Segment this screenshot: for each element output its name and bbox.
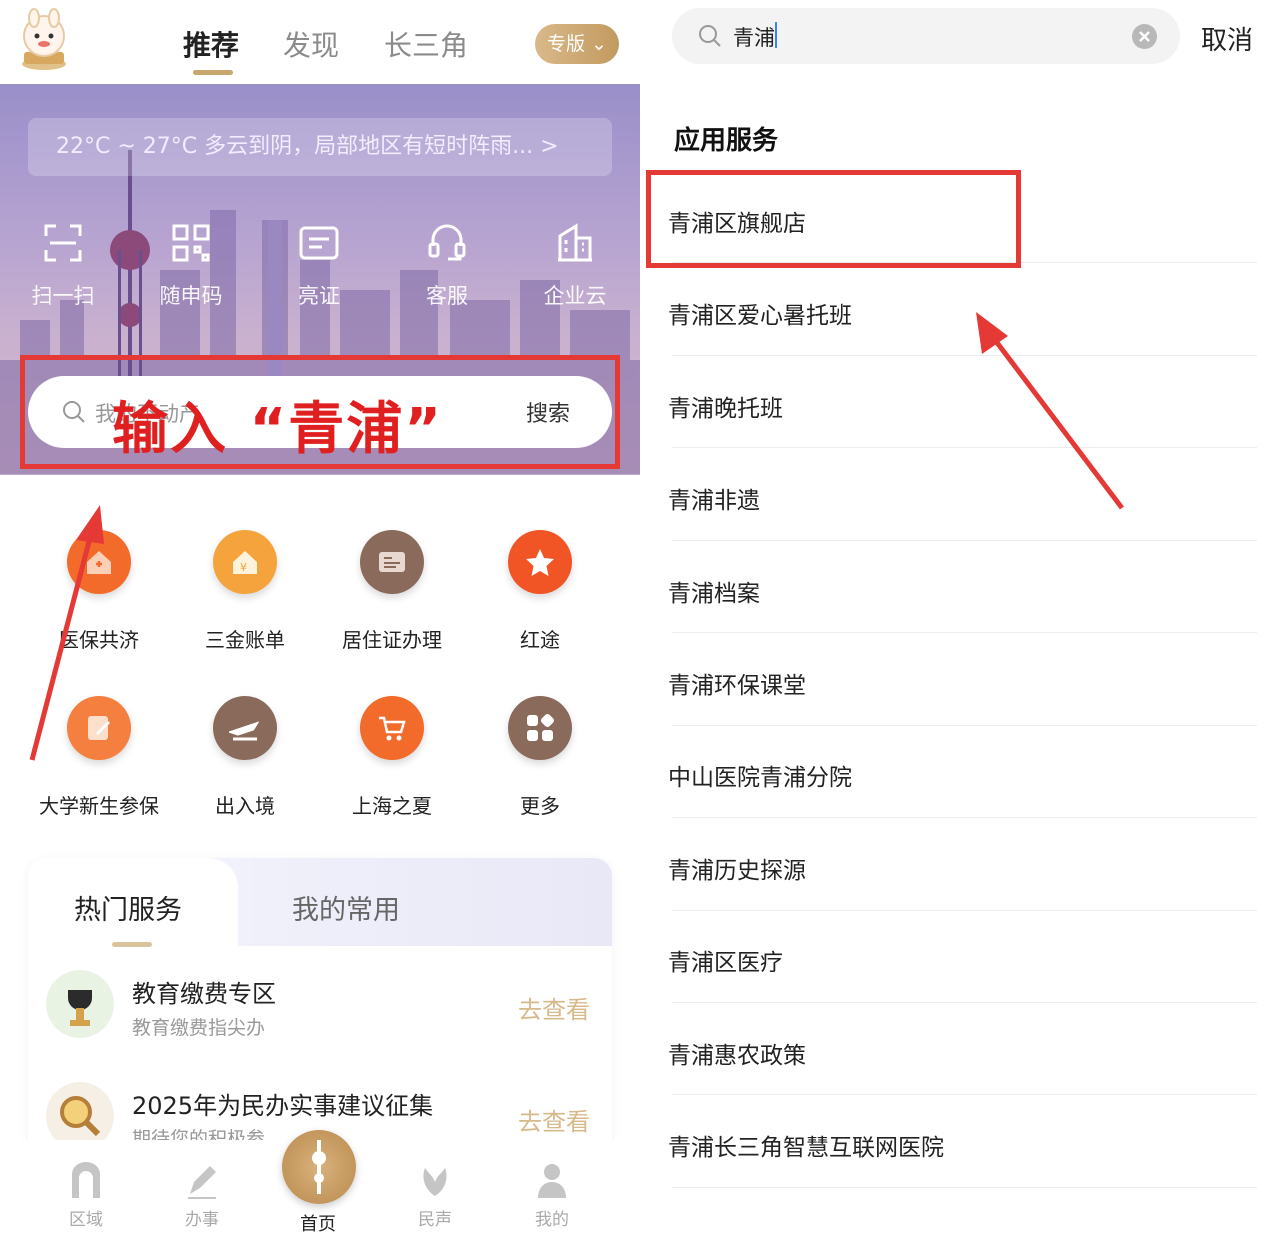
annotation-highlight-box [646, 170, 1021, 268]
result-item[interactable]: 青浦区医疗 [668, 943, 783, 977]
search-icon [699, 25, 721, 47]
result-item[interactable]: 青浦历史探源 [668, 851, 806, 885]
divider [672, 910, 1257, 911]
result-item[interactable]: 青浦档案 [668, 574, 760, 608]
result-item[interactable]: 青浦长三角智慧互联网医院 [668, 1128, 944, 1162]
result-item[interactable]: 青浦惠农政策 [668, 1036, 806, 1070]
divider [672, 725, 1257, 726]
section-title-app-services: 应用服务 [674, 126, 779, 156]
divider [672, 1002, 1257, 1003]
annotation-arrow-left-up [976, 312, 1124, 510]
annotation-arrow-up [29, 505, 104, 761]
divider [672, 1094, 1257, 1095]
result-item[interactable]: 青浦晚托班 [668, 389, 783, 423]
result-item[interactable]: 青浦环保课堂 [668, 666, 806, 700]
clear-icon[interactable] [1132, 24, 1157, 49]
result-item[interactable]: 青浦区爱心暑托班 [668, 296, 852, 330]
cancel-button[interactable]: 取消 [1201, 20, 1253, 57]
divider [672, 817, 1257, 818]
search-query-text[interactable]: 青浦 [733, 22, 775, 52]
home-screen: 推荐 发现 长三角 专版 ⌄ 22°C ~ 27°C 多云到阴，局部地区有短时阵… [0, 0, 640, 1241]
divider [672, 540, 1257, 541]
text-cursor [775, 22, 777, 48]
divider [672, 1187, 1257, 1188]
divider [672, 632, 1257, 633]
result-item[interactable]: 青浦非遗 [668, 481, 760, 515]
result-item[interactable]: 中山医院青浦分院 [668, 758, 852, 792]
